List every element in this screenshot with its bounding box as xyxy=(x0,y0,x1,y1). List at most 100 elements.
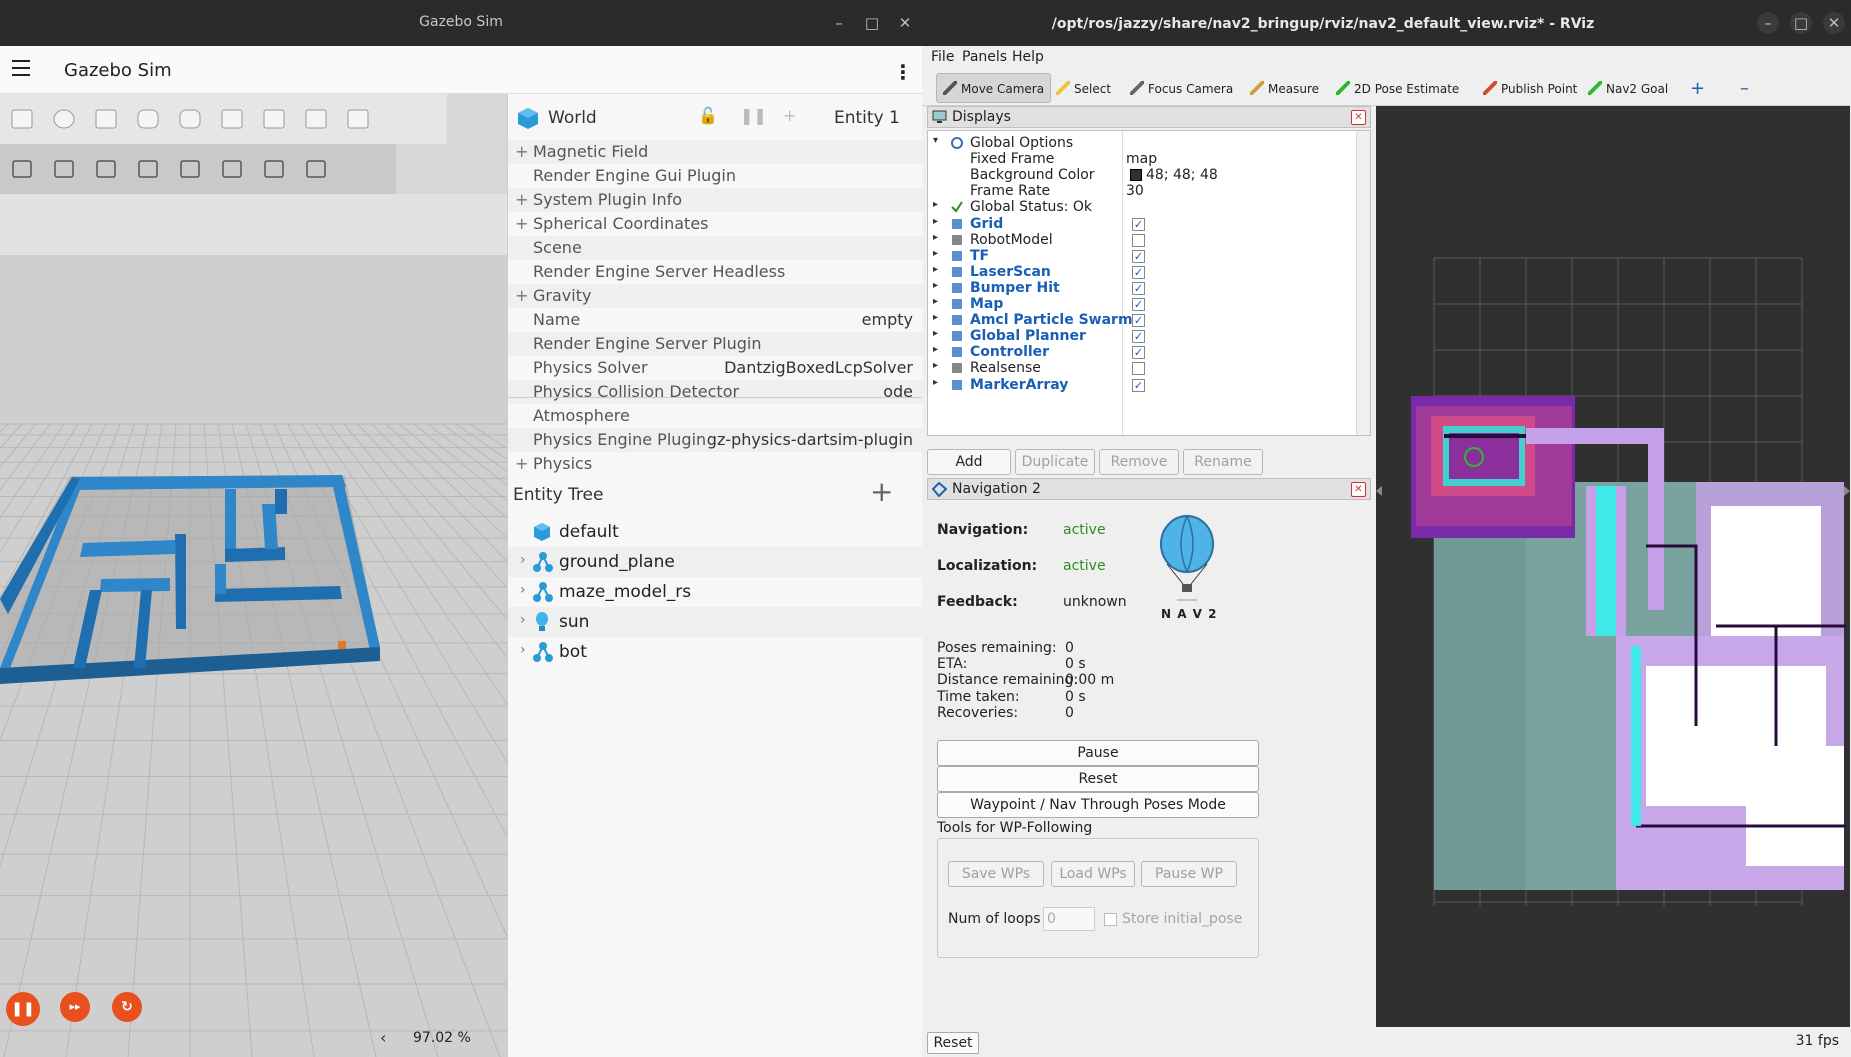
display-enabled-checkbox[interactable]: ✓ xyxy=(1132,265,1145,279)
reset-button[interactable]: Reset xyxy=(937,766,1259,792)
tool-publish-point[interactable]: Publish Point xyxy=(1483,78,1577,100)
property-row[interactable]: Atmosphere xyxy=(508,404,923,428)
add-display-button[interactable]: Add xyxy=(927,449,1011,475)
maximize-icon[interactable]: □ xyxy=(1790,12,1812,34)
property-row[interactable]: Physics Collision Detector ode xyxy=(508,380,923,404)
pause-wp-button[interactable]: Pause WP xyxy=(1141,861,1237,887)
3d-scene-viewport[interactable]: ❚❚ ▸▸ ↻ ‹ 97.02 % xyxy=(0,94,507,1057)
reset-simulation-button[interactable]: ↻ xyxy=(112,992,142,1022)
tool-select[interactable]: Select xyxy=(1056,78,1111,100)
property-row[interactable]: Name empty xyxy=(508,308,923,332)
collapse-arrow-icon[interactable]: ▾ xyxy=(933,135,938,146)
minimize-icon[interactable]: – xyxy=(828,12,850,34)
grid-icon[interactable] xyxy=(174,153,206,185)
expand-arrow-icon[interactable]: ▸ xyxy=(933,296,938,307)
entity-tree-item[interactable]: › ground_plane xyxy=(508,547,923,577)
tool-focus-camera[interactable]: Focus Camera xyxy=(1130,78,1233,100)
property-row[interactable]: + System Plugin Info xyxy=(508,188,923,212)
tool-nav2-goal[interactable]: Nav2 Goal xyxy=(1588,78,1668,100)
pause-updates-icon[interactable]: ❚❚ xyxy=(740,106,767,125)
expand-chevron-icon[interactable]: › xyxy=(520,552,526,568)
display-enabled-checkbox[interactable]: ✓ xyxy=(1132,378,1145,392)
sun-light-icon[interactable] xyxy=(258,103,290,135)
add-entity-icon[interactable]: + xyxy=(870,475,893,508)
more-options-icon[interactable]: ⋮ xyxy=(893,60,913,84)
entity-tree-item[interactable]: › bot xyxy=(508,637,923,667)
property-row[interactable]: Physics Engine Plugin gz-physics-dartsim-… xyxy=(508,428,923,452)
display-enabled-checkbox[interactable] xyxy=(1132,362,1145,376)
display-enabled-checkbox[interactable] xyxy=(1132,233,1145,247)
display-enabled-checkbox[interactable]: ✓ xyxy=(1132,298,1145,311)
menu-help[interactable]: Help xyxy=(1012,49,1044,65)
display-enabled-checkbox[interactable]: ✓ xyxy=(1132,281,1145,295)
duplicate-button[interactable]: Duplicate xyxy=(1015,449,1095,475)
translate-icon[interactable] xyxy=(48,153,80,185)
expand-arrow-icon[interactable]: ▸ xyxy=(933,248,938,259)
option-value[interactable]: 30 xyxy=(1126,183,1144,199)
scale-icon[interactable] xyxy=(132,153,164,185)
expand-arrow-icon[interactable]: ▸ xyxy=(933,199,938,210)
property-row[interactable]: Render Engine Server Plugin xyxy=(508,332,923,356)
display-enabled-checkbox[interactable]: ✓ xyxy=(1132,346,1145,360)
expand-arrow-icon[interactable]: ▸ xyxy=(933,344,938,355)
cone-icon[interactable] xyxy=(90,103,122,135)
pause-button[interactable]: Pause xyxy=(937,740,1259,766)
property-row[interactable]: + Gravity xyxy=(508,284,923,308)
display-enabled-checkbox[interactable]: ✓ xyxy=(1132,249,1145,263)
display-enabled-checkbox[interactable]: ✓ xyxy=(1132,314,1145,328)
num-loops-input[interactable]: 0 xyxy=(1043,907,1095,931)
displays-scrollbar[interactable] xyxy=(1356,131,1370,435)
directional-light-icon[interactable] xyxy=(300,103,332,135)
property-row[interactable]: Render Engine Gui Plugin xyxy=(508,164,923,188)
add-component-icon[interactable]: + xyxy=(783,106,796,125)
add-tool-icon[interactable]: + xyxy=(1690,78,1705,100)
display-enabled-checkbox[interactable]: ✓ xyxy=(1132,217,1145,231)
menu-file[interactable]: File xyxy=(931,49,954,65)
remove-tool-icon[interactable]: – xyxy=(1740,78,1749,100)
expand-arrow-icon[interactable]: ▸ xyxy=(933,280,938,291)
tool-move-camera[interactable]: Move Camera xyxy=(936,73,1052,103)
property-row[interactable]: + Physics xyxy=(508,452,923,476)
expand-icon[interactable]: + xyxy=(515,142,528,161)
spot-light-icon[interactable] xyxy=(342,103,374,135)
color-swatch[interactable] xyxy=(1130,169,1142,182)
box-icon[interactable] xyxy=(6,103,38,135)
minimize-icon[interactable]: – xyxy=(1757,12,1779,34)
expand-arrow-icon[interactable]: ▸ xyxy=(933,360,938,371)
lock-icon[interactable]: 🔓 xyxy=(698,106,718,125)
expand-arrow-icon[interactable]: ▸ xyxy=(933,232,938,243)
expand-icon[interactable]: + xyxy=(515,214,528,233)
maximize-icon[interactable]: □ xyxy=(861,12,883,34)
property-row[interactable]: + Spherical Coordinates xyxy=(508,212,923,236)
property-row[interactable]: Scene xyxy=(508,236,923,260)
expand-arrow-icon[interactable]: ▸ xyxy=(933,264,938,275)
expand-icon[interactable]: + xyxy=(515,286,528,305)
reset-time-button[interactable]: Reset xyxy=(927,1032,979,1054)
select-icon[interactable] xyxy=(6,153,38,185)
hamburger-menu-icon[interactable] xyxy=(12,60,30,76)
tool-2d-pose-estimate[interactable]: 2D Pose Estimate xyxy=(1336,78,1459,100)
close-icon[interactable]: ✕ xyxy=(894,12,916,34)
step-button[interactable]: ▸▸ xyxy=(60,992,90,1022)
capsule-icon[interactable] xyxy=(174,103,206,135)
rviz-3d-view[interactable] xyxy=(1376,106,1850,1027)
expand-arrow-icon[interactable]: ▸ xyxy=(933,328,938,339)
rename-button[interactable]: Rename xyxy=(1183,449,1263,475)
copy-icon[interactable] xyxy=(258,153,290,185)
expand-chevron-icon[interactable]: › xyxy=(520,582,526,598)
load-wps-button[interactable]: Load WPs xyxy=(1051,861,1135,887)
expand-arrow-icon[interactable]: ▸ xyxy=(933,216,938,227)
entity-tree-item[interactable]: › sun xyxy=(508,607,923,637)
close-panel-icon[interactable]: ✕ xyxy=(1351,110,1366,125)
camera-icon[interactable] xyxy=(216,153,248,185)
display-enabled-checkbox[interactable]: ✓ xyxy=(1132,330,1145,344)
expand-chevron-icon[interactable]: › xyxy=(520,642,526,658)
expand-icon[interactable]: + xyxy=(515,190,528,209)
close-icon[interactable]: ✕ xyxy=(1823,12,1845,34)
save-wps-button[interactable]: Save WPs xyxy=(948,861,1044,887)
expand-arrow-icon[interactable]: ▸ xyxy=(933,377,938,388)
property-row[interactable]: Physics Solver DantzigBoxedLcpSolver xyxy=(508,356,923,380)
collapse-arrow-icon[interactable]: ‹ xyxy=(380,1028,386,1047)
entity-tree-item[interactable]: › maze_model_rs xyxy=(508,577,923,607)
store-initial-pose-checkbox[interactable] xyxy=(1104,913,1117,926)
